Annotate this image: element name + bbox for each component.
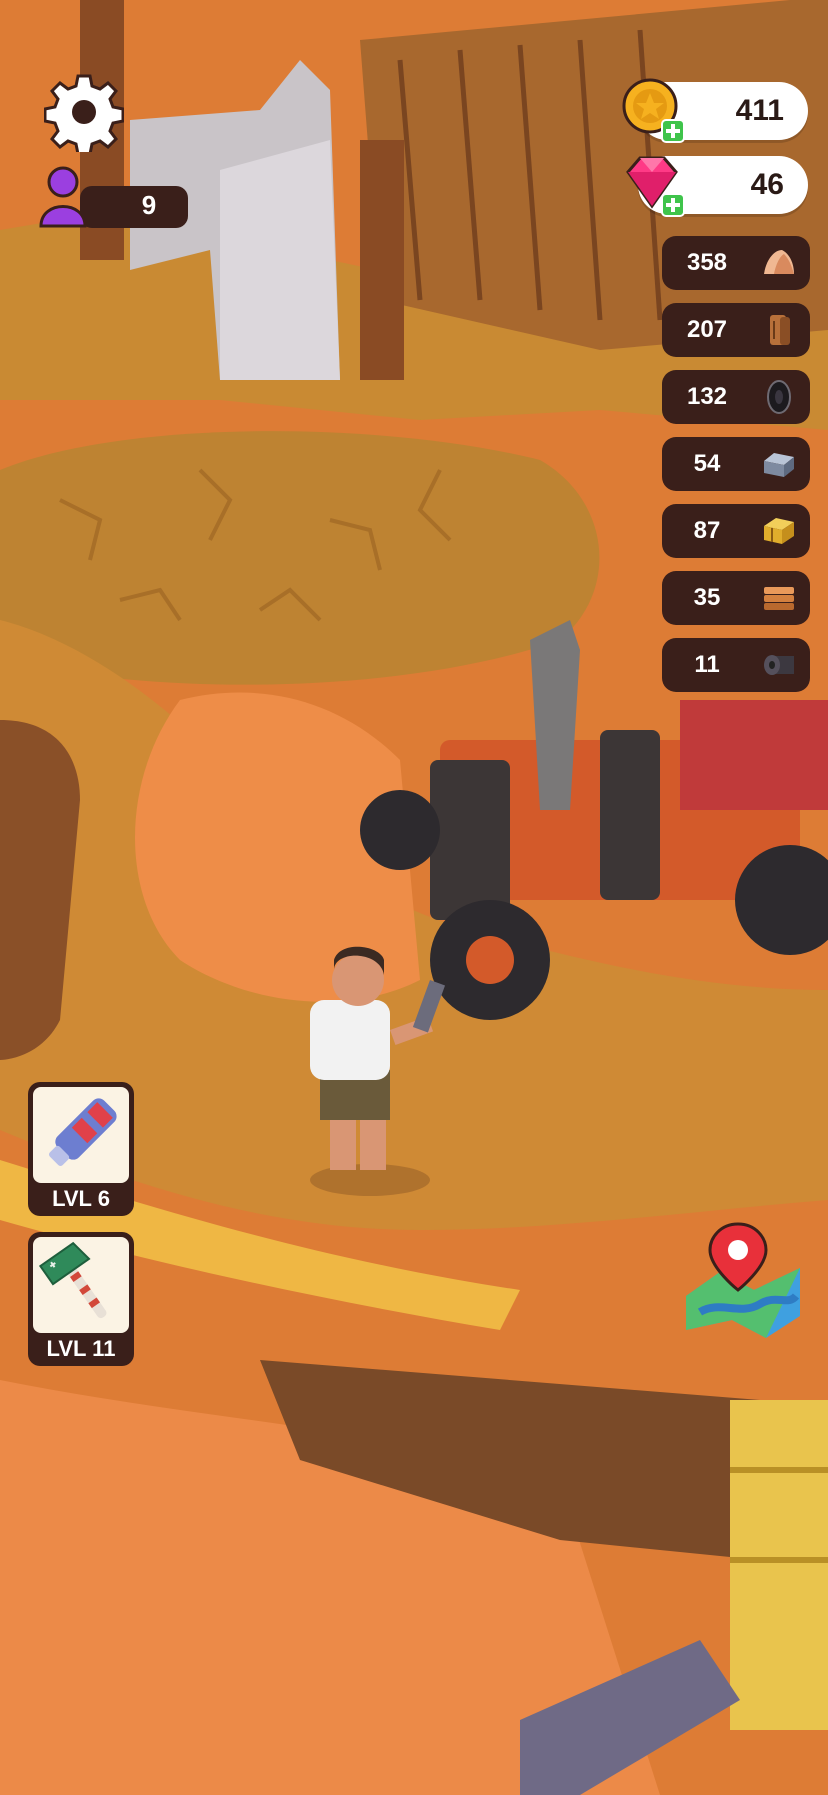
stone-icon: [764, 250, 794, 274]
coins-value: 411: [735, 94, 784, 127]
resource-value: 132: [686, 383, 728, 410]
resource-cloth: 11: [662, 638, 810, 692]
tool-level: LVL 11: [46, 1336, 116, 1361]
wood-log-icon: [770, 315, 790, 345]
resource-value: 35: [693, 584, 721, 611]
resource-value: 358: [686, 249, 728, 276]
hay-bale-icon: [764, 518, 794, 544]
settings-button[interactable]: [43, 72, 125, 156]
player-count: 9: [36, 166, 188, 228]
coins-counter[interactable]: 411: [622, 78, 808, 143]
resource-planks: 35: [662, 571, 810, 625]
tool-card-blaster[interactable]: LVL 6: [28, 1082, 134, 1216]
tool-card-axe[interactable]: LVL 11: [28, 1232, 134, 1366]
map-icon: [686, 1222, 800, 1338]
coin-icon: [622, 78, 685, 143]
gear-icon: [43, 74, 125, 156]
resource-metal: 54: [662, 437, 810, 491]
tire-icon: [767, 380, 791, 414]
axe-icon: [38, 1241, 107, 1319]
planks-icon: [764, 587, 794, 610]
resource-stone: 358: [662, 236, 810, 290]
resource-value: 11: [694, 651, 720, 678]
tool-level: LVL 6: [52, 1186, 110, 1211]
blaster-icon: [49, 1098, 117, 1166]
person-icon: [39, 166, 87, 228]
cloth-roll-icon: [764, 655, 794, 675]
resource-value: 87: [693, 517, 721, 544]
resource-hay: 87: [662, 504, 810, 558]
resource-value: 207: [686, 316, 728, 343]
gem-icon: [626, 156, 685, 217]
metal-ingot-icon: [764, 453, 794, 477]
resource-value: 54: [693, 450, 721, 477]
gems-counter[interactable]: 46: [626, 156, 808, 217]
resource-tire: 132: [662, 370, 810, 424]
resource-wood: 207: [662, 303, 810, 357]
player-count-value: 9: [141, 190, 157, 220]
map-button[interactable]: [680, 1220, 806, 1340]
gems-value: 46: [750, 168, 784, 201]
